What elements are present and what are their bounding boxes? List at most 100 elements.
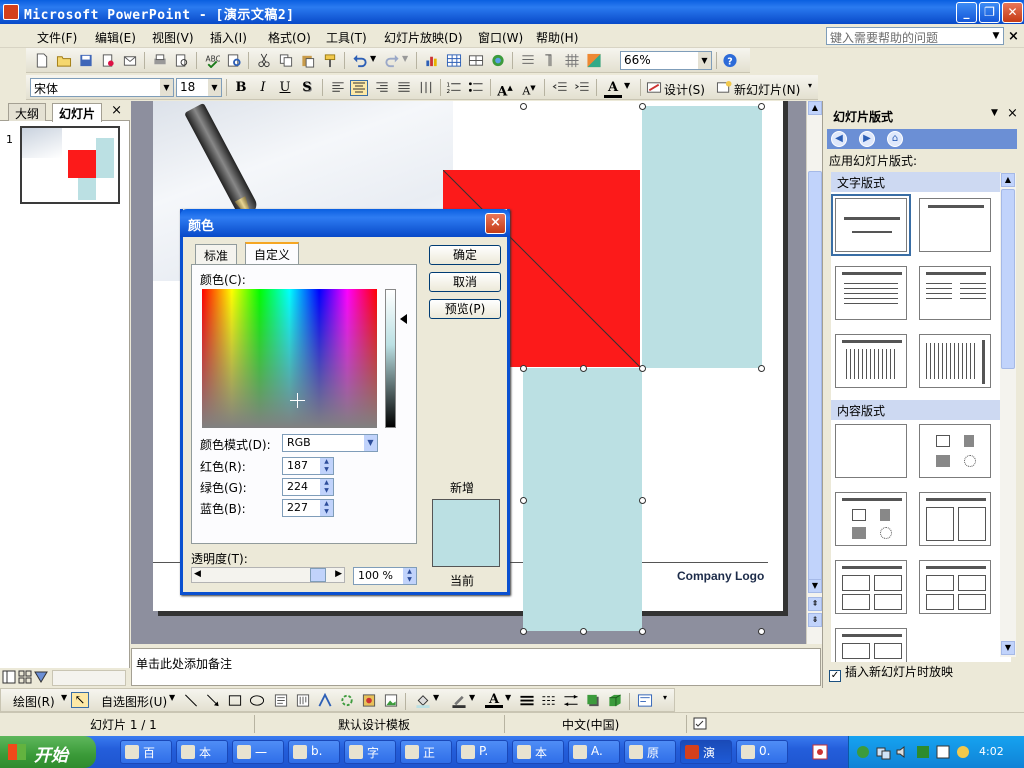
expand-icon[interactable] (520, 53, 536, 68)
blue-value-input[interactable]: 227 ▲ ▼ (282, 499, 334, 517)
spinner-icon[interactable]: ▲ ▼ (320, 458, 333, 474)
tables-borders-icon[interactable] (468, 53, 484, 68)
line-style-icon[interactable] (519, 693, 535, 708)
layout-title-only[interactable] (919, 198, 991, 252)
selection-handle[interactable] (580, 628, 587, 635)
selection-handle[interactable] (520, 628, 527, 635)
decrease-font-size-button[interactable]: A▼ (520, 80, 538, 98)
taskbar-item[interactable]: 本 (176, 740, 228, 764)
selection-handle[interactable] (520, 103, 527, 110)
normal-view-icon[interactable] (2, 670, 16, 684)
copy-icon[interactable] (278, 53, 294, 68)
insert-picture-icon[interactable] (490, 53, 506, 68)
close-icon[interactable]: × (111, 103, 122, 118)
selection-handle[interactable] (520, 365, 527, 372)
slide-sorter-icon[interactable] (18, 670, 32, 684)
zoom-select[interactable]: 66% ▼ (620, 51, 712, 70)
layout-vertical-title-text[interactable] (919, 334, 991, 388)
tab-outline[interactable]: 大纲 (8, 103, 47, 121)
chevron-down-icon[interactable]: ▼ (61, 693, 67, 702)
picture-icon[interactable] (383, 693, 399, 708)
align-right-icon[interactable] (374, 80, 390, 95)
scroll-thumb[interactable] (808, 171, 822, 591)
slider-left-icon[interactable]: ◀ (194, 569, 201, 579)
cancel-button[interactable]: 取消 (429, 272, 501, 292)
light-blue-rect-bottom[interactable] (523, 368, 642, 631)
new-document-icon[interactable] (34, 53, 50, 68)
light-blue-rect-right[interactable] (642, 106, 762, 368)
menu-window[interactable]: 窗口(W) (478, 29, 523, 46)
line-icon[interactable] (183, 693, 199, 708)
bold-button[interactable]: B (232, 80, 250, 96)
selection-handle[interactable] (639, 103, 646, 110)
textbox-icon[interactable] (273, 693, 289, 708)
selection-handle[interactable] (758, 365, 765, 372)
scroll-down-icon[interactable]: ▼ (1001, 641, 1015, 655)
arrow-icon[interactable] (205, 693, 221, 708)
color-spectrum[interactable] (202, 289, 377, 428)
network-icon[interactable] (875, 744, 891, 760)
selection-handle[interactable] (758, 103, 765, 110)
layout-title-content[interactable] (835, 492, 907, 546)
chevron-down-icon[interactable]: ▼ (169, 693, 175, 702)
slideshow-icon[interactable] (34, 670, 48, 684)
drawing-font-color-button[interactable]: A (485, 692, 503, 708)
font-size-select[interactable]: 18 ▼ (176, 78, 222, 97)
help-icon[interactable]: ? (722, 53, 738, 68)
align-left-icon[interactable] (330, 80, 346, 95)
taskbar-item[interactable]: 百 (120, 740, 172, 764)
paste-icon[interactable] (300, 53, 316, 68)
taskbar-item[interactable]: A. (568, 740, 620, 764)
cut-icon[interactable] (256, 53, 272, 68)
help-search-input[interactable]: 键入需要帮助的问题 ▼ (826, 27, 1004, 45)
shadow-button[interactable]: S (298, 80, 316, 96)
print-icon[interactable] (152, 53, 168, 68)
format-painter-icon[interactable] (322, 53, 338, 68)
new-slide-button[interactable]: 新幻灯片(N) (734, 81, 800, 98)
close-icon[interactable]: × (1007, 106, 1018, 121)
3d-style-icon[interactable] (607, 693, 623, 708)
oval-icon[interactable] (249, 693, 265, 708)
increase-indent-icon[interactable] (574, 80, 590, 95)
menu-view[interactable]: 视图(V) (152, 29, 194, 46)
font-color-button[interactable]: A (604, 80, 622, 98)
insert-new-slide-checkbox[interactable]: ✓ 插入新幻灯片时放映 (829, 663, 953, 682)
line-color-icon[interactable] (451, 693, 467, 708)
scroll-down-icon[interactable]: ▼ (808, 579, 822, 593)
align-center-button[interactable] (350, 80, 368, 96)
fill-color-icon[interactable] (415, 693, 431, 708)
design-button[interactable]: 设计(S) (664, 81, 705, 98)
slide-layout-icon[interactable] (637, 693, 653, 708)
task-pane-scrollbar[interactable]: ▲ ▼ (1000, 173, 1016, 657)
layout-vertical-text[interactable] (835, 334, 907, 388)
arrow-style-icon[interactable] (563, 693, 579, 708)
dash-style-icon[interactable] (541, 693, 557, 708)
distribute-icon[interactable] (418, 80, 434, 95)
increase-font-size-button[interactable]: A▲ (496, 80, 514, 99)
taskbar-item[interactable]: 本 (512, 740, 564, 764)
save-icon[interactable] (78, 53, 94, 68)
insert-table-icon[interactable] (446, 53, 462, 68)
minimize-button[interactable]: _ (956, 2, 977, 23)
chevron-down-icon[interactable]: ▼ (364, 435, 377, 451)
chevron-down-icon[interactable]: ▼ (208, 79, 221, 96)
selection-handle[interactable] (758, 628, 765, 635)
document-close-icon[interactable]: × (1008, 29, 1019, 44)
numbering-icon[interactable]: 12 (446, 80, 462, 95)
permission-icon[interactable] (100, 53, 116, 68)
notes-pane[interactable]: 单击此处添加备注 (131, 648, 821, 686)
layout-blank[interactable] (835, 424, 907, 478)
red-value-input[interactable]: 187 ▲ ▼ (282, 457, 334, 475)
spinner-icon[interactable]: ▲ ▼ (403, 568, 416, 584)
color-mode-select[interactable]: RGB ▼ (282, 434, 378, 452)
taskbar-item[interactable]: 原 (624, 740, 676, 764)
canvas-vertical-scrollbar[interactable]: ▲ ▼ ⇞ ⇟ (806, 101, 822, 644)
previous-slide-icon[interactable]: ⇞ (808, 597, 822, 611)
selection-handle[interactable] (639, 497, 646, 504)
design-icon[interactable] (646, 80, 662, 95)
layout-title-two-content[interactable] (919, 492, 991, 546)
decrease-indent-icon[interactable] (552, 80, 568, 95)
dialog-close-button[interactable]: × (485, 213, 506, 234)
tab-standard[interactable]: 标准 (195, 244, 238, 264)
color-grayscale-icon[interactable] (586, 53, 602, 68)
